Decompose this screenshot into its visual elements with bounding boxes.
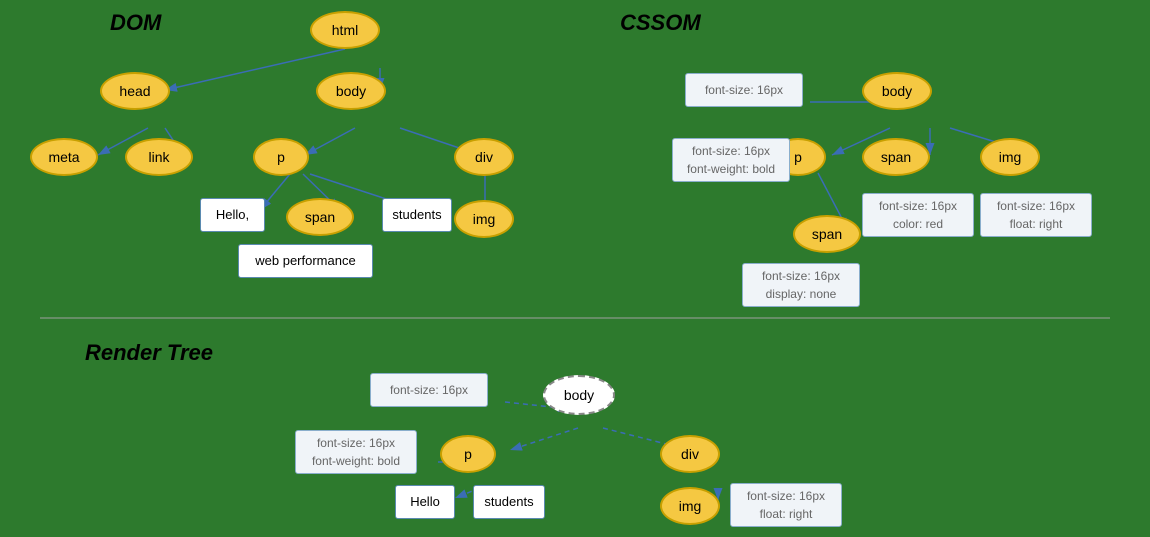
dom-label: DOM xyxy=(110,10,161,36)
dom-html-node: html xyxy=(310,11,380,49)
dom-span-node: span xyxy=(286,198,354,236)
render-body-node: body xyxy=(543,375,615,415)
cssom-span2-css-box: font-size: 16pxdisplay: none xyxy=(742,263,860,307)
dom-link-node: link xyxy=(125,138,193,176)
render-hello-box: Hello xyxy=(395,485,455,519)
cssom-p-css-box: font-size: 16pxfont-weight: bold xyxy=(672,138,790,182)
cssom-label: CSSOM xyxy=(620,10,701,36)
dom-div-node: div xyxy=(454,138,514,176)
cssom-body-css-box: font-size: 16px xyxy=(685,73,803,107)
render-p-box: font-size: 16pxfont-weight: bold xyxy=(295,430,417,474)
cssom-span-css-box: font-size: 16pxcolor: red xyxy=(862,193,974,237)
diagram-container: DOM CSSOM Render Tree html head body met… xyxy=(0,0,1150,537)
dom-img-node: img xyxy=(454,200,514,238)
arrows-svg xyxy=(0,0,1150,537)
cssom-img-css-box: font-size: 16pxfloat: right xyxy=(980,193,1092,237)
dom-body-node: body xyxy=(316,72,386,110)
cssom-img-node: img xyxy=(980,138,1040,176)
render-body-box: font-size: 16px xyxy=(370,373,488,407)
cssom-body-node: body xyxy=(862,72,932,110)
render-students-box: students xyxy=(473,485,545,519)
render-label: Render Tree xyxy=(85,340,213,366)
dom-p-node: p xyxy=(253,138,309,176)
render-img-node: img xyxy=(660,487,720,525)
dom-webperf-box: web performance xyxy=(238,244,373,278)
render-img-box: font-size: 16pxfloat: right xyxy=(730,483,842,527)
dom-head-node: head xyxy=(100,72,170,110)
render-div-node: div xyxy=(660,435,720,473)
cssom-span-node: span xyxy=(862,138,930,176)
dom-hello-box: Hello, xyxy=(200,198,265,232)
cssom-span2-node: span xyxy=(793,215,861,253)
dom-students-box: students xyxy=(382,198,452,232)
render-p-node: p xyxy=(440,435,496,473)
dom-meta-node: meta xyxy=(30,138,98,176)
